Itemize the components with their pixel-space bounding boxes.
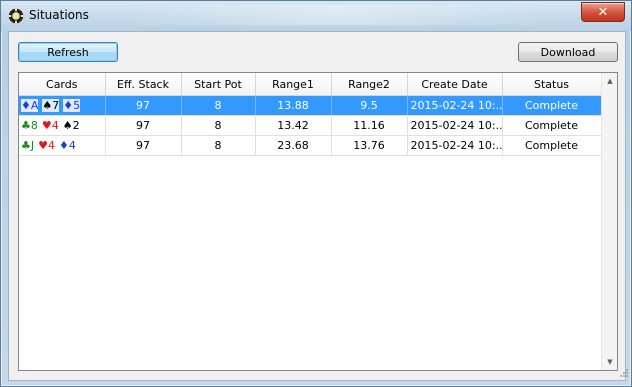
spade-suit-icon: ♠ — [62, 119, 73, 132]
column-header-cards[interactable]: Cards — [19, 73, 106, 96]
card-rank: 5 — [73, 99, 81, 112]
card-rank: 7 — [52, 99, 60, 112]
diamond-suit-icon: ♦ — [63, 99, 74, 112]
situations-window: Situations ✕ Refresh Download Cards Eff.… — [0, 0, 632, 387]
eff-stack-cell: 97 — [105, 115, 182, 136]
close-icon: ✕ — [597, 4, 609, 20]
status-cell: Complete — [502, 135, 602, 156]
refresh-button[interactable]: Refresh — [18, 42, 118, 62]
card-rank: A — [30, 99, 39, 112]
card-rank: 8 — [30, 119, 38, 132]
table-row[interactable]: ♦A ♠7 ♦5 97 8 13.88 9.5 2015-02-24 10:... Comple… — [19, 95, 602, 116]
club-suit-icon: ♣ — [21, 139, 31, 152]
range2-cell: 9.5 — [331, 95, 408, 116]
spade-suit-icon: ♠ — [42, 99, 53, 112]
start-pot-cell: 8 — [181, 95, 256, 116]
title-bar[interactable]: Situations ✕ — [1, 1, 631, 31]
window-title: Situations — [29, 8, 89, 22]
table-row[interactable]: ♣8 ♥4 ♠2 97 8 13.42 11.16 2015-02-24 10:... Comp… — [19, 115, 602, 136]
range2-cell: 13.76 — [331, 135, 408, 156]
column-header-eff-stack[interactable]: Eff. Stack — [105, 73, 182, 96]
resize-grip-icon[interactable] — [619, 368, 629, 378]
cards-cell: ♦A ♠7 ♦5 — [19, 95, 106, 116]
create-date-cell: 2015-02-24 10:... — [407, 95, 503, 116]
column-header-start-pot[interactable]: Start Pot — [181, 73, 256, 96]
range2-cell: 11.16 — [331, 115, 408, 136]
situations-table: Cards Eff. Stack Start Pot Range1 Range2… — [19, 73, 602, 156]
playing-card: ♠7 — [42, 99, 60, 112]
playing-card: ♣J — [21, 139, 34, 152]
card-rank: 4 — [68, 139, 76, 152]
scroll-down-icon[interactable]: ▼ — [602, 354, 617, 370]
playing-card: ♦A — [21, 99, 39, 112]
eff-stack-cell: 97 — [105, 95, 182, 116]
card-rank: 4 — [51, 119, 59, 132]
playing-card: ♦5 — [63, 99, 81, 112]
playing-card: ♣8 — [21, 119, 38, 132]
range1-cell: 13.88 — [255, 95, 332, 116]
card-rank: J — [30, 139, 35, 152]
poker-chip-icon — [8, 8, 24, 24]
create-date-cell: 2015-02-24 10:... — [407, 115, 503, 136]
playing-card: ♥4 — [42, 119, 59, 132]
status-cell: Complete — [502, 95, 602, 116]
client-area: Refresh Download Cards Eff. Stack Start … — [8, 31, 629, 381]
heart-suit-icon: ♥ — [38, 139, 48, 152]
club-suit-icon: ♣ — [21, 119, 31, 132]
playing-card: ♠2 — [63, 119, 80, 132]
diamond-suit-icon: ♦ — [21, 99, 31, 112]
column-header-range2[interactable]: Range2 — [331, 73, 408, 96]
vertical-scrollbar[interactable]: ▲ ▼ — [601, 73, 617, 370]
heart-suit-icon: ♥ — [41, 119, 52, 132]
column-header-create-date[interactable]: Create Date — [407, 73, 503, 96]
cards-cell: ♣8 ♥4 ♠2 — [19, 115, 106, 136]
range1-cell: 13.42 — [255, 115, 332, 136]
title-bar-glass — [121, 5, 551, 25]
playing-card: ♥4 — [38, 139, 55, 152]
column-header-range1[interactable]: Range1 — [255, 73, 332, 96]
card-rank: 2 — [72, 119, 80, 132]
eff-stack-cell: 97 — [105, 135, 182, 156]
card-rank: 4 — [48, 139, 55, 152]
start-pot-cell: 8 — [181, 135, 256, 156]
diamond-suit-icon: ♦ — [59, 139, 69, 152]
create-date-cell: 2015-02-24 10:... — [407, 135, 503, 156]
table-header-row: Cards Eff. Stack Start Pot Range1 Range2… — [19, 73, 602, 96]
playing-card: ♦4 — [59, 139, 76, 152]
column-header-status[interactable]: Status — [502, 73, 602, 96]
range1-cell: 23.68 — [255, 135, 332, 156]
situations-grid[interactable]: Cards Eff. Stack Start Pot Range1 Range2… — [18, 72, 618, 371]
table-row[interactable]: ♣J ♥4 ♦4 97 8 23.68 13.76 2015-02-24 10:... Comp… — [19, 135, 602, 156]
start-pot-cell: 8 — [181, 115, 256, 136]
close-button[interactable]: ✕ — [581, 2, 625, 22]
status-cell: Complete — [502, 115, 602, 136]
cards-cell: ♣J ♥4 ♦4 — [19, 135, 106, 156]
scroll-up-icon[interactable]: ▲ — [602, 73, 617, 89]
download-button[interactable]: Download — [518, 42, 618, 62]
